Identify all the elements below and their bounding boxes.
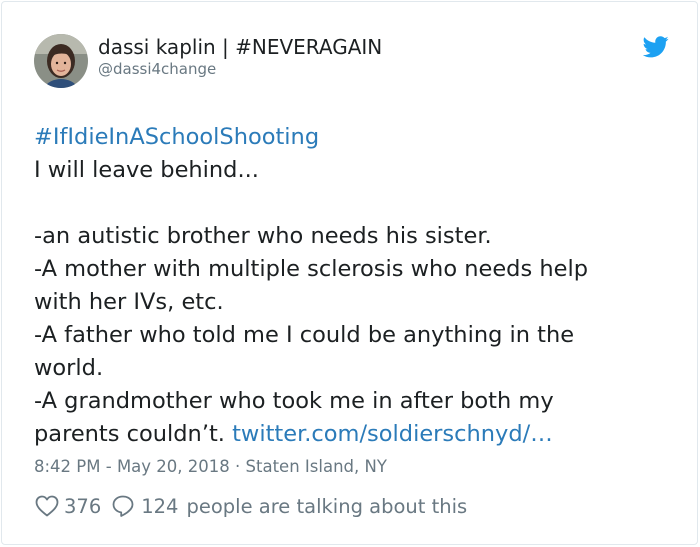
- tweet-text: #IfIdieInASchoolShooting I will leave be…: [34, 121, 674, 451]
- tweet-line: -A grandmother who took me in after both…: [34, 388, 554, 414]
- separator-dot: ·: [229, 457, 246, 476]
- twitter-bird-icon[interactable]: [642, 36, 669, 58]
- tweet-line: I will leave behind...: [34, 157, 259, 183]
- tweet-line: -an autistic brother who needs his siste…: [34, 223, 492, 249]
- like-button[interactable]: 376: [35, 495, 111, 518]
- user-handle[interactable]: @dassi4change: [98, 60, 216, 78]
- tweet-line: with her IVs, etc.: [34, 289, 224, 315]
- like-count: 376: [64, 494, 102, 518]
- tweet-line: parents couldn’t.: [34, 421, 225, 447]
- talking-about-text: people are talking about this: [186, 494, 468, 518]
- reply-button[interactable]: 124 people are talking about this: [111, 494, 467, 518]
- tweet-line: -A mother with multiple sclerosis who ne…: [34, 256, 588, 282]
- speech-bubble-icon: [111, 494, 135, 518]
- separator: -: [100, 457, 117, 476]
- reply-count: 124: [141, 494, 179, 518]
- actions-bar: 376 124 people are talking about this: [35, 492, 467, 520]
- timestamp-row: 8:42 PM - May 20, 2018 · Staten Island, …: [34, 457, 387, 476]
- tweet-line: -A father who told me I could be anythin…: [34, 322, 575, 348]
- tweet-date[interactable]: May 20, 2018: [117, 457, 230, 476]
- avatar[interactable]: [34, 34, 88, 88]
- heart-icon: [35, 495, 59, 517]
- tweet-time[interactable]: 8:42 PM: [34, 457, 100, 476]
- tweet-card: dassi kaplin | #NEVERAGAIN @dassi4change…: [1, 1, 698, 545]
- tweet-location[interactable]: Staten Island, NY: [246, 457, 387, 476]
- tweet-line: world.: [34, 355, 104, 381]
- display-name[interactable]: dassi kaplin | #NEVERAGAIN: [98, 35, 382, 59]
- tweet-url-link[interactable]: twitter.com/soldierschnyd/…: [232, 421, 553, 447]
- hashtag-link[interactable]: #IfIdieInASchoolShooting: [34, 124, 319, 150]
